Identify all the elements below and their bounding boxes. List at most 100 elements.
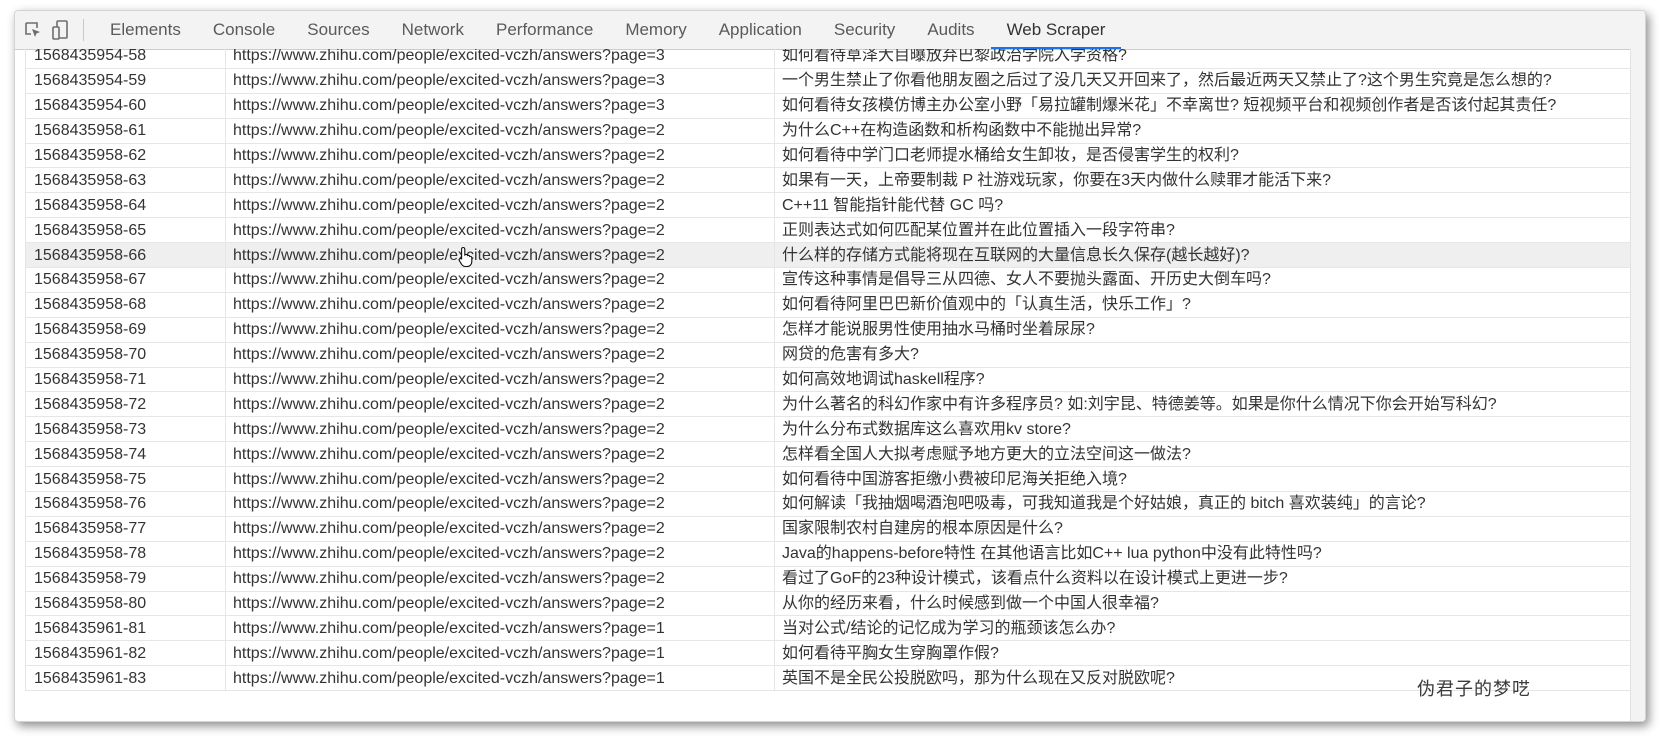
cell-title: 如何看待平胸女生穿胸罩作假? bbox=[774, 640, 1631, 667]
table-row[interactable]: 1568435954-58 https://www.zhihu.com/peopl… bbox=[25, 49, 1631, 69]
table-row[interactable]: 1568435961-81 https://www.zhihu.com/peopl… bbox=[25, 615, 1631, 642]
cell-id: 1568435958-64 bbox=[25, 192, 226, 219]
cell-id: 1568435958-73 bbox=[25, 416, 226, 443]
device-toggle-icon[interactable] bbox=[47, 11, 75, 49]
table-row[interactable]: 1568435958-63 https://www.zhihu.com/peopl… bbox=[25, 167, 1631, 194]
cell-title: 如何解读「我抽烟喝酒泡吧吸毒，可我知道我是个好姑娘，真正的 bitch 喜欢装纯… bbox=[774, 491, 1631, 517]
cell-url: https://www.zhihu.com/people/excited-vcz… bbox=[225, 416, 775, 443]
cell-url: https://www.zhihu.com/people/excited-vcz… bbox=[225, 117, 775, 144]
tab-network[interactable]: Network bbox=[386, 11, 480, 49]
table-row[interactable]: 1568435958-75 https://www.zhihu.com/peopl… bbox=[25, 466, 1631, 493]
cell-title: 如何看待阿里巴巴新价值观中的「认真生活，快乐工作」? bbox=[774, 291, 1631, 318]
cell-title: 如何看待中国游客拒缴小费被印尼海关拒绝入境? bbox=[774, 466, 1631, 493]
cell-title: 如果有一天，上帝要制裁 P 社游戏玩家，你要在3天内做什么赎罪才能活下来? bbox=[774, 167, 1631, 194]
cell-url: https://www.zhihu.com/people/excited-vcz… bbox=[225, 92, 775, 119]
tab-web-scraper[interactable]: Web Scraper bbox=[990, 11, 1122, 49]
cell-title: 从你的经历来看，什么时候感到做一个中国人很幸福? bbox=[774, 590, 1631, 617]
tab-sources[interactable]: Sources bbox=[291, 11, 385, 49]
cell-title: 国家限制农村自建房的根本原因是什么? bbox=[774, 515, 1631, 542]
cell-id: 1568435958-77 bbox=[25, 515, 226, 542]
cell-url: https://www.zhihu.com/people/excited-vcz… bbox=[225, 466, 775, 493]
table-row[interactable]: 1568435958-69 https://www.zhihu.com/peopl… bbox=[25, 316, 1631, 343]
cell-id: 1568435958-75 bbox=[25, 466, 226, 493]
table-row[interactable]: 1568435954-60 https://www.zhihu.com/peopl… bbox=[25, 92, 1631, 119]
table-row[interactable]: 1568435954-59 https://www.zhihu.com/peopl… bbox=[25, 67, 1631, 94]
table-row[interactable]: 1568435961-82 https://www.zhihu.com/peopl… bbox=[25, 640, 1631, 667]
cell-url: https://www.zhihu.com/people/excited-vcz… bbox=[225, 291, 775, 318]
table-row[interactable]: 1568435958-65 https://www.zhihu.com/peopl… bbox=[25, 217, 1631, 244]
cell-title: 正则表达式如何匹配某位置并在此位置插入一段字符串? bbox=[774, 217, 1631, 244]
cell-url: https://www.zhihu.com/people/excited-vcz… bbox=[225, 565, 775, 592]
cell-title: 怎样看全国人大拟考虑赋予地方更大的立法空间这一做法? bbox=[774, 441, 1631, 468]
table-row[interactable]: 1568435958-76 https://www.zhihu.com/peopl… bbox=[25, 491, 1631, 517]
tab-audits[interactable]: Audits bbox=[911, 11, 990, 49]
table-row[interactable]: 1568435958-70 https://www.zhihu.com/peopl… bbox=[25, 341, 1631, 368]
cell-title: C++11 智能指针能代替 GC 吗? bbox=[774, 192, 1631, 219]
tab-application[interactable]: Application bbox=[703, 11, 818, 49]
cell-id: 1568435958-71 bbox=[25, 366, 226, 393]
vertical-scrollbar[interactable] bbox=[1630, 49, 1645, 721]
tab-memory[interactable]: Memory bbox=[609, 11, 702, 49]
tab-security[interactable]: Security bbox=[818, 11, 911, 49]
table-row[interactable]: 1568435958-74 https://www.zhihu.com/peopl… bbox=[25, 441, 1631, 468]
table-row[interactable]: 1568435958-79 https://www.zhihu.com/peopl… bbox=[25, 565, 1631, 592]
table-row[interactable]: 1568435958-68 https://www.zhihu.com/peopl… bbox=[25, 291, 1631, 318]
table-row[interactable]: 1568435958-73 https://www.zhihu.com/peopl… bbox=[25, 416, 1631, 443]
cell-id: 1568435958-74 bbox=[25, 441, 226, 468]
tab-performance[interactable]: Performance bbox=[480, 11, 609, 49]
cell-url: https://www.zhihu.com/people/excited-vcz… bbox=[225, 640, 775, 667]
cell-id: 1568435958-76 bbox=[25, 491, 226, 517]
cell-url: https://www.zhihu.com/people/excited-vcz… bbox=[225, 590, 775, 617]
cell-url: https://www.zhihu.com/people/excited-vcz… bbox=[225, 267, 775, 293]
inspect-element-icon[interactable] bbox=[19, 11, 47, 49]
devtools-window: Elements Console Sources Network Perform… bbox=[14, 10, 1646, 722]
cell-url: https://www.zhihu.com/people/excited-vcz… bbox=[225, 366, 775, 393]
toolbar-separator bbox=[83, 19, 84, 41]
cell-id: 1568435958-61 bbox=[25, 117, 226, 144]
cell-id: 1568435958-80 bbox=[25, 590, 226, 617]
table-row[interactable]: 1568435958-62 https://www.zhihu.com/peopl… bbox=[25, 142, 1631, 169]
cell-id: 1568435958-67 bbox=[25, 267, 226, 293]
table-row[interactable]: 1568435958-80 https://www.zhihu.com/peopl… bbox=[25, 590, 1631, 617]
watermark-text: 伪君子的梦呓 bbox=[1417, 679, 1531, 700]
cell-url: https://www.zhihu.com/people/excited-vcz… bbox=[225, 316, 775, 343]
cell-id: 1568435961-82 bbox=[25, 640, 226, 667]
cell-title: 看过了GoF的23种设计模式，该看点什么资料以在设计模式上更进一步? bbox=[774, 565, 1631, 592]
table-row[interactable]: 1568435958-77 https://www.zhihu.com/peopl… bbox=[25, 515, 1631, 542]
table-body: 1568435954-58 https://www.zhihu.com/peopl… bbox=[25, 49, 1631, 692]
table-row[interactable]: 1568435958-61 https://www.zhihu.com/peopl… bbox=[25, 117, 1631, 144]
table-row[interactable]: 1568435958-64 https://www.zhihu.com/peopl… bbox=[25, 192, 1631, 219]
cell-url: https://www.zhihu.com/people/excited-vcz… bbox=[225, 491, 775, 517]
cell-id: 1568435954-60 bbox=[25, 92, 226, 119]
cell-id: 1568435958-72 bbox=[25, 391, 226, 418]
cell-title: 怎样才能说服男性使用抽水马桶时坐着尿尿? bbox=[774, 316, 1631, 343]
table-row[interactable]: 1568435961-83 https://www.zhihu.com/peopl… bbox=[25, 665, 1631, 692]
cell-url: https://www.zhihu.com/people/excited-vcz… bbox=[225, 217, 775, 244]
cell-title: 如何看待中学门口老师提水桶给女生卸妆，是否侵害学生的权利? bbox=[774, 142, 1631, 169]
cell-id: 1568435958-63 bbox=[25, 167, 226, 194]
cell-title: 为什么C++在构造函数和析构函数中不能抛出异常? bbox=[774, 117, 1631, 144]
table-row[interactable]: 1568435958-78 https://www.zhihu.com/peopl… bbox=[25, 540, 1631, 567]
cell-title: 一个男生禁止了你看他朋友圈之后过了没几天又开回来了，然后最近两天又禁止了?这个男… bbox=[774, 67, 1631, 94]
cell-title: 如何看待女孩模仿博主办公室小野「易拉罐制爆米花」不幸离世? 短视频平台和视频创作… bbox=[774, 92, 1631, 119]
table-row[interactable]: 1568435958-67 https://www.zhihu.com/peopl… bbox=[25, 267, 1631, 293]
table-row[interactable]: 1568435958-72 https://www.zhihu.com/peopl… bbox=[25, 391, 1631, 418]
cell-id: 1568435958-69 bbox=[25, 316, 226, 343]
cell-url: https://www.zhihu.com/people/excited-vcz… bbox=[225, 142, 775, 169]
cell-url: https://www.zhihu.com/people/excited-vcz… bbox=[225, 167, 775, 194]
tab-elements[interactable]: Elements bbox=[94, 11, 197, 49]
cell-title: 如何看待草泽大目曝放弃巴黎政治学院入学资格? bbox=[774, 49, 1631, 69]
cell-title: 为什么著名的科幻作家中有许多程序员? 如:刘宇昆、特德姜等。如果是你什么情况下你… bbox=[774, 391, 1631, 418]
cell-url: https://www.zhihu.com/people/excited-vcz… bbox=[225, 515, 775, 542]
cell-url: https://www.zhihu.com/people/excited-vcz… bbox=[225, 665, 775, 692]
cell-id: 1568435961-81 bbox=[25, 615, 226, 642]
table-row[interactable]: 1568435958-66 https://www.zhihu.com/peopl… bbox=[25, 242, 1631, 269]
table-row[interactable]: 1568435958-71 https://www.zhihu.com/peopl… bbox=[25, 366, 1631, 393]
cell-title: 当对公式/结论的记忆成为学习的瓶颈该怎么办? bbox=[774, 615, 1631, 642]
cell-title: 什么样的存储方式能将现在互联网的大量信息长久保存(越长越好)? bbox=[774, 242, 1631, 269]
cell-url: https://www.zhihu.com/people/excited-vcz… bbox=[225, 391, 775, 418]
cell-url: https://www.zhihu.com/people/excited-vcz… bbox=[225, 341, 775, 368]
tab-console[interactable]: Console bbox=[197, 11, 291, 49]
data-table-scroll-area[interactable]: 1568435954-58 https://www.zhihu.com/peopl… bbox=[15, 49, 1631, 721]
cell-id: 1568435958-79 bbox=[25, 565, 226, 592]
